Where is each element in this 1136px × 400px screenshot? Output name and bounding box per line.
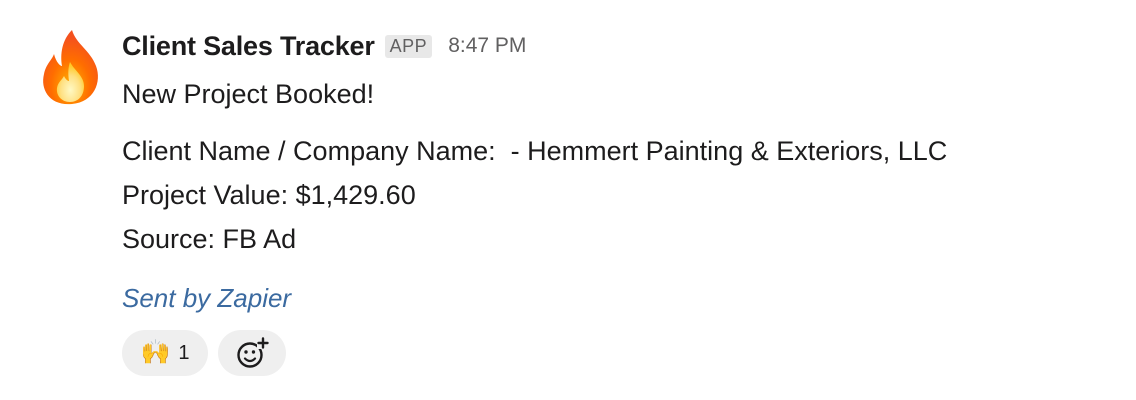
message-headline: New Project Booked! — [122, 79, 375, 109]
sent-by-zapier: Sent by Zapier — [122, 283, 292, 313]
reaction-raising-hands[interactable]: 🙌 1 — [122, 330, 208, 376]
detail-source: Source: FB Ad — [122, 224, 297, 254]
chat-message: Client Sales Tracker APP 8:47 PM New Pro… — [0, 0, 1136, 400]
raising-hands-icon: 🙌 — [140, 339, 171, 366]
message-header: Client Sales Tracker APP 8:47 PM — [122, 26, 1116, 66]
message-content: Client Sales Tracker APP 8:47 PM New Pro… — [122, 26, 1116, 376]
app-badge: APP — [384, 34, 433, 58]
add-reaction-icon — [237, 337, 269, 368]
sender-name[interactable]: Client Sales Tracker — [122, 31, 375, 62]
message-details: Client Name / Company Name: - Hemmert Pa… — [122, 129, 1116, 261]
reaction-count: 1 — [178, 341, 190, 364]
reactions-bar: 🙌 1 — [122, 330, 1116, 376]
detail-project-value: Project Value: $1,429.60 — [122, 180, 416, 210]
add-reaction-button[interactable] — [218, 330, 286, 376]
fire-emoji-icon[interactable] — [38, 28, 102, 108]
message-timestamp[interactable]: 8:47 PM — [448, 34, 526, 58]
detail-client-name: Client Name / Company Name: - Hemmert Pa… — [122, 136, 948, 166]
